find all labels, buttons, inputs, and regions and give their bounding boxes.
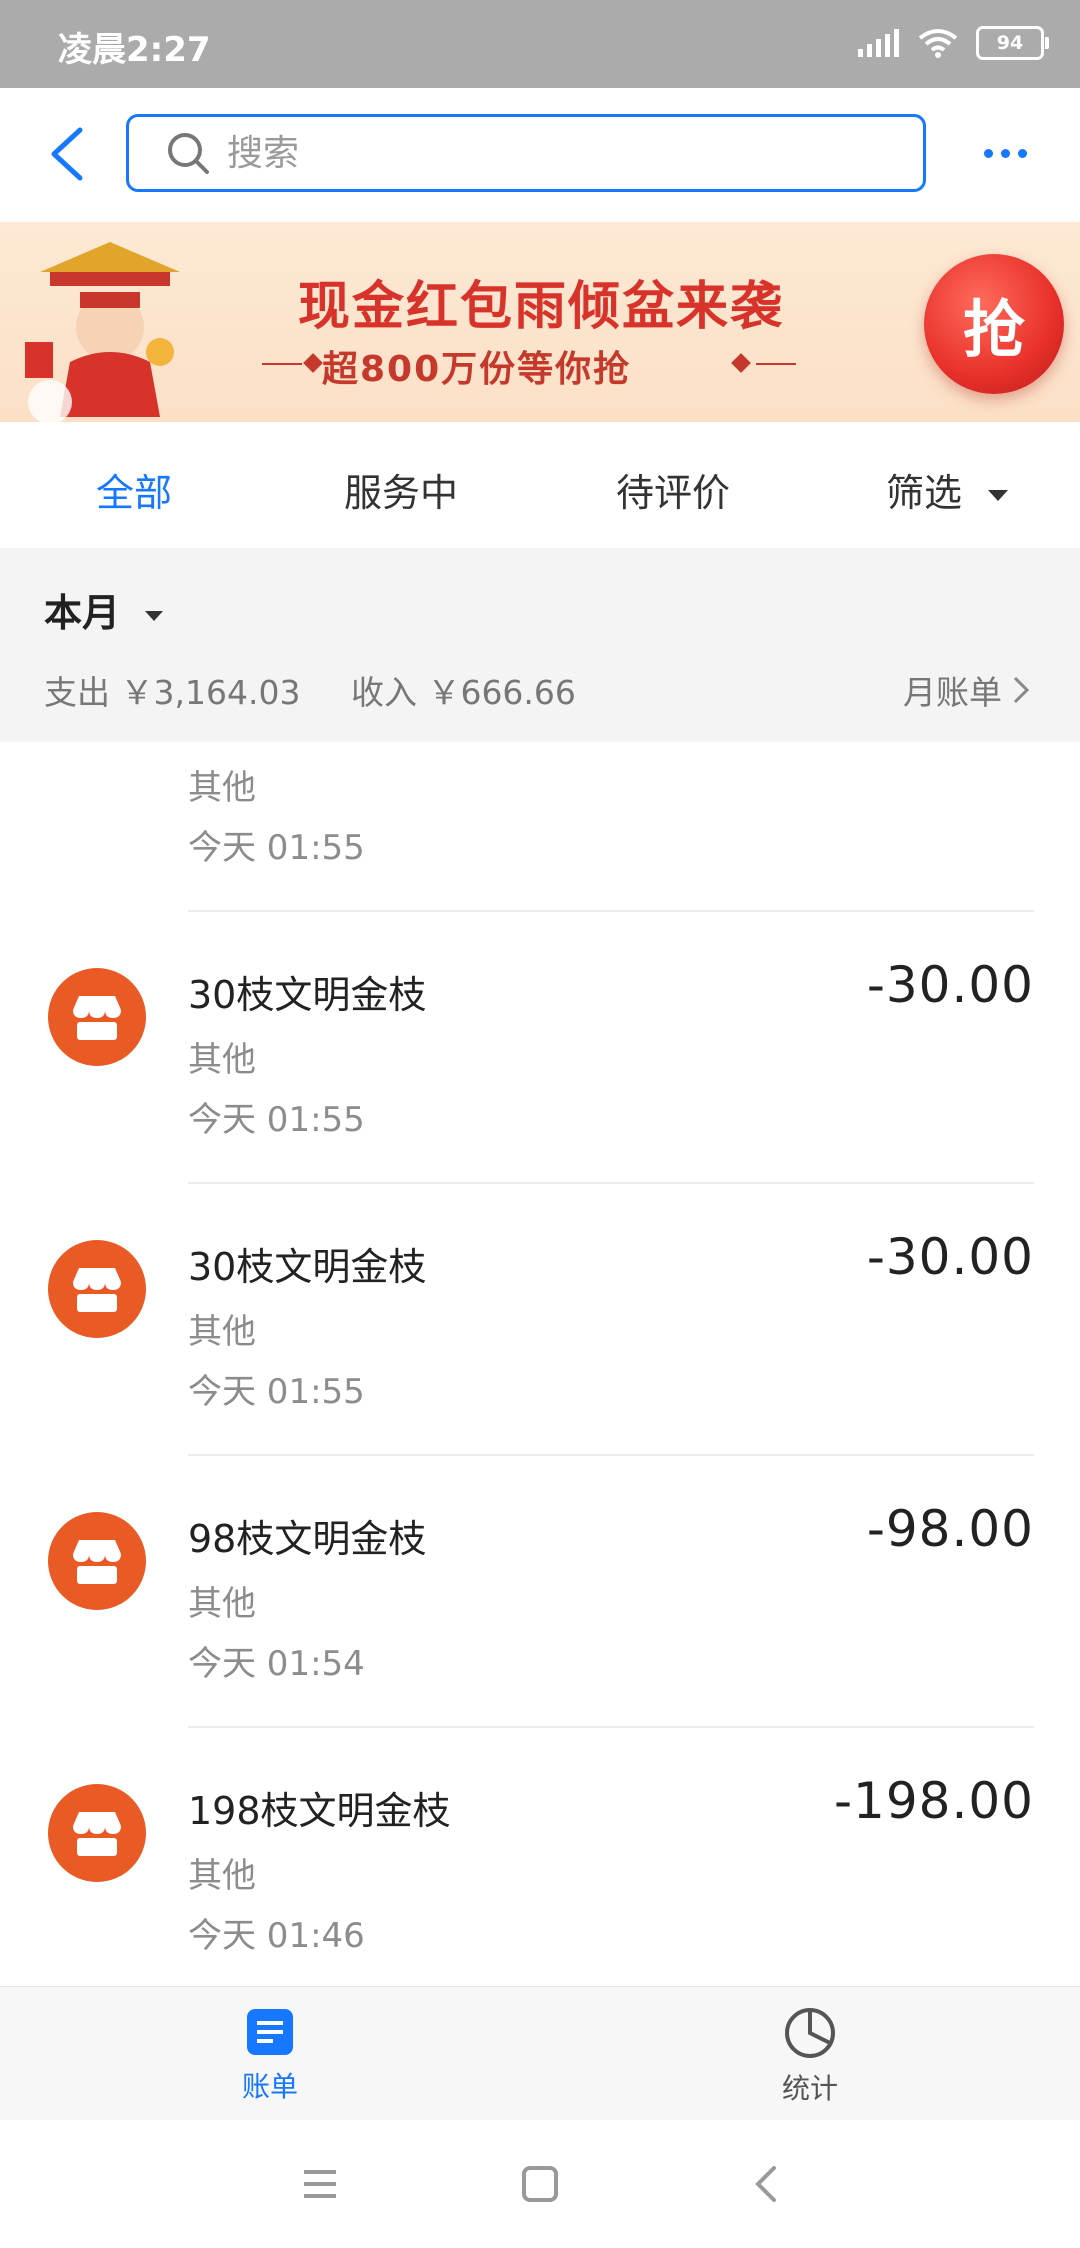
tab-all[interactable]: 全部	[96, 462, 172, 517]
transaction-category: 其他	[188, 768, 256, 808]
transaction-amount: -198.00	[834, 1772, 1034, 1830]
list-item[interactable]: 30枝文明金枝 其他 今天 01:55 -30.00	[0, 1184, 1080, 1456]
more-options-button[interactable]	[984, 138, 1034, 168]
banner-subtitle: 超800万份等你抢	[322, 349, 632, 390]
search-box[interactable]	[126, 114, 926, 192]
search-input[interactable]	[225, 131, 879, 175]
banner-diamond-left	[303, 353, 323, 373]
tab-filter[interactable]: 筛选	[886, 462, 1009, 517]
home-icon[interactable]	[518, 2162, 562, 2206]
filter-tabs: 全部 服务中 待评价 筛选	[0, 422, 1080, 549]
bottom-tab-bill[interactable]: 账单	[190, 2007, 350, 2105]
merchant-avatar	[48, 968, 146, 1066]
caret-down-icon	[988, 490, 1009, 501]
list-item[interactable]: 30枝文明金枝 其他 今天 01:55 -30.00	[0, 912, 1080, 1184]
banner-line-right	[756, 363, 796, 365]
transaction-time: 今天 01:46	[188, 1916, 365, 1956]
top-navigation	[0, 88, 1080, 222]
tab-label: 全部	[96, 471, 173, 515]
transaction-name: 30枝文明金枝	[188, 1245, 427, 1289]
transaction-time: 今天 01:55	[188, 828, 365, 868]
system-navigation-bar	[0, 2120, 1080, 2248]
back-button[interactable]	[44, 124, 92, 184]
merchant-avatar	[48, 1512, 146, 1610]
store-icon	[73, 1540, 121, 1584]
tab-label: 待评价	[616, 471, 731, 515]
grab-red-packet-button[interactable]: 抢	[924, 254, 1064, 394]
store-icon	[73, 996, 121, 1040]
battery-icon: 94	[976, 26, 1049, 60]
wifi-icon	[918, 29, 958, 58]
search-icon	[168, 133, 209, 174]
transaction-amount: -98.00	[866, 1500, 1034, 1558]
banner-title: 现金红包雨倾盆来袭	[298, 277, 785, 337]
chevron-right-icon	[1013, 676, 1030, 704]
status-bar: 凌晨2:27 94	[0, 0, 1080, 88]
monthly-bill-label: 月账单	[903, 673, 1002, 712]
month-summary: 本月 支出 ￥3,164.03 收入 ￥666.66 月账单	[0, 548, 1080, 742]
bottom-tab-label: 账单	[241, 2070, 298, 2103]
store-icon	[73, 1812, 121, 1856]
merchant-avatar	[48, 1784, 146, 1882]
transaction-name: 198枝文明金枝	[188, 1789, 451, 1833]
tab-label: 服务中	[344, 471, 459, 515]
more-dot	[984, 148, 993, 158]
bottom-tab-stats[interactable]: 统计	[730, 2007, 890, 2107]
list-item[interactable]: 98枝文明金枝 其他 今天 01:54 -98.00	[0, 1456, 1080, 1728]
transaction-amount: -30.00	[866, 956, 1034, 1014]
more-dot	[1018, 148, 1027, 158]
transaction-category: 其他	[188, 1312, 256, 1352]
month-selector[interactable]: 本月	[44, 582, 164, 637]
transaction-name: 30枝文明金枝	[188, 973, 427, 1017]
more-dot	[1001, 148, 1010, 158]
list-item[interactable]: 其他 今天 01:55	[0, 742, 1080, 912]
transaction-time: 今天 01:55	[188, 1372, 365, 1412]
month-label: 本月	[44, 591, 121, 635]
battery-level: 94	[996, 32, 1024, 54]
god-of-wealth-mascot-icon	[25, 242, 180, 422]
banner-line-left	[262, 363, 302, 365]
store-icon	[73, 1268, 121, 1312]
transaction-time: 今天 01:55	[188, 1100, 365, 1140]
monthly-bill-link[interactable]: 月账单	[903, 666, 1030, 714]
transaction-list[interactable]: 其他 今天 01:55 30枝文明金枝 其他 今天 01:55 -30.00 3…	[0, 742, 1080, 1986]
tab-in-service[interactable]: 服务中	[344, 462, 458, 517]
system-back-icon[interactable]	[746, 2162, 790, 2206]
caret-down-icon	[145, 610, 164, 621]
transaction-category: 其他	[188, 1040, 256, 1080]
status-icons: 94	[858, 26, 1049, 60]
pie-chart-icon	[785, 2008, 835, 2058]
promo-banner[interactable]: 现金红包雨倾盆来袭 超800万份等你抢 抢	[0, 222, 1080, 422]
bottom-tab-bar: 账单 统计	[0, 1986, 1080, 2121]
transaction-category: 其他	[188, 1856, 256, 1896]
transaction-amount: -30.00	[866, 1228, 1034, 1286]
transaction-name: 98枝文明金枝	[188, 1517, 427, 1561]
status-time: 凌晨2:27	[58, 30, 211, 70]
bottom-tab-label: 统计	[781, 2072, 838, 2105]
transaction-category: 其他	[188, 1584, 256, 1624]
merchant-avatar	[48, 1240, 146, 1338]
bill-icon	[247, 2009, 293, 2055]
banner-diamond-right	[731, 353, 751, 373]
totals: 支出 ￥3,164.03 收入 ￥666.66	[44, 666, 616, 714]
transaction-time: 今天 01:54	[188, 1644, 365, 1684]
tab-pending-review[interactable]: 待评价	[616, 462, 730, 517]
menu-icon[interactable]	[298, 2162, 342, 2206]
expense-total: 支出 ￥3,164.03	[44, 673, 301, 712]
income-total: 收入 ￥666.66	[350, 673, 576, 712]
tab-label: 筛选	[886, 471, 963, 515]
signal-icon	[858, 29, 899, 57]
list-item[interactable]: 198枝文明金枝 其他 今天 01:46 -198.00	[0, 1728, 1080, 1986]
